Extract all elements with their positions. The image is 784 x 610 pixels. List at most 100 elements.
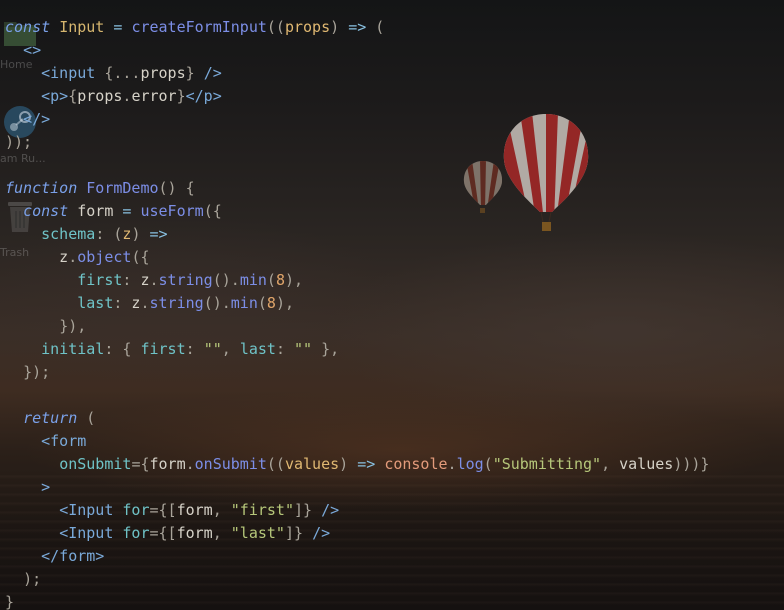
code-token: . — [149, 271, 159, 289]
code-line[interactable]: <Input for={[form, "last"]} /> — [5, 522, 709, 545]
code-line[interactable]: } — [5, 591, 709, 610]
code-token: => — [149, 225, 168, 243]
code-line[interactable]: </> — [5, 108, 709, 131]
code-token: last — [77, 294, 114, 312]
code-line[interactable]: last: z.string().min(8), — [5, 292, 709, 315]
code-token: > — [41, 478, 51, 496]
code-token: ({ — [203, 202, 222, 220]
code-line[interactable]: function FormDemo() { — [5, 177, 709, 200]
code-token: schema — [41, 225, 96, 243]
code-token: return — [23, 409, 78, 427]
code-token: string — [158, 271, 213, 289]
code-token: (( — [266, 455, 285, 473]
desktop: Home am Ru... Trash const Input = create… — [0, 0, 784, 610]
code-token: { — [185, 179, 195, 197]
code-line[interactable]: z.object({ — [5, 246, 709, 269]
code-token: => — [357, 455, 376, 473]
code-token: useForm — [140, 202, 204, 220]
code-line[interactable]: first: z.string().min(8), — [5, 269, 709, 292]
code-line[interactable]: onSubmit={form.onSubmit((values) => cons… — [5, 453, 709, 476]
code-line[interactable]: ); — [5, 568, 709, 591]
code-line[interactable]: }), — [5, 315, 709, 338]
code-token: ))} — [682, 455, 710, 473]
code-line[interactable] — [5, 384, 709, 407]
code-token: {... — [104, 64, 141, 82]
code-token: z — [5, 248, 69, 266]
code-line[interactable]: > — [5, 476, 709, 499]
code-token: values — [284, 455, 340, 473]
code-token: , — [221, 340, 231, 358]
code-line[interactable]: <Input for={[form, "first"]} /> — [5, 499, 709, 522]
code-token: initial — [41, 340, 105, 358]
code-token: , — [212, 501, 222, 519]
code-line[interactable]: <input {...props} /> — [5, 62, 709, 85]
code-token: ={ — [131, 455, 150, 473]
code-token: <form — [41, 432, 87, 450]
code-token: onSubmit — [194, 455, 267, 473]
code-token: <Input — [59, 524, 114, 542]
code-token: props — [77, 87, 123, 105]
code-line[interactable]: const form = useForm({ — [5, 200, 709, 223]
code-token: , — [212, 524, 222, 542]
code-line[interactable]: const Input = createFormInput((props) =>… — [5, 16, 709, 39]
code-token: const — [23, 202, 69, 220]
code-token: for — [122, 501, 150, 519]
code-line[interactable]: <p>{props.error}</p> — [5, 85, 709, 108]
code-token: "" — [294, 340, 313, 358]
code-token: <input — [41, 64, 96, 82]
code-token: form — [176, 524, 213, 542]
code-token: } — [185, 64, 195, 82]
code-token: }); — [23, 363, 51, 381]
code-token: ) — [330, 18, 340, 36]
code-token: "Submitting" — [492, 455, 602, 473]
code-text-area[interactable]: const Input = createFormInput((props) =>… — [5, 16, 709, 610]
code-token: ( — [257, 294, 267, 312]
code-token: 8 — [266, 294, 276, 312]
code-editor[interactable]: const Input = createFormInput((props) =>… — [0, 0, 784, 610]
code-token: . — [68, 248, 78, 266]
code-line[interactable]: return ( — [5, 407, 709, 430]
code-token: "" — [203, 340, 222, 358]
code-token: log — [456, 455, 484, 473]
code-line[interactable]: </form> — [5, 545, 709, 568]
code-token: object — [77, 248, 132, 266]
code-line[interactable]: schema: (z) => — [5, 223, 709, 246]
code-token: FormDemo — [86, 179, 159, 197]
code-token: (). — [212, 271, 240, 289]
code-token: error — [131, 87, 177, 105]
code-token: string — [149, 294, 204, 312]
code-token: min — [239, 271, 267, 289]
code-line[interactable]: <> — [5, 39, 709, 62]
code-line[interactable] — [5, 154, 709, 177]
code-line[interactable]: initial: { first: "", last: "" }, — [5, 338, 709, 361]
code-token: ( — [483, 455, 493, 473]
code-line[interactable]: <form — [5, 430, 709, 453]
code-token: : — [275, 340, 285, 358]
code-line[interactable]: )); — [5, 131, 709, 154]
code-token: </p> — [185, 87, 222, 105]
code-line[interactable]: }); — [5, 361, 709, 384]
code-token: last — [239, 340, 276, 358]
code-token: </form> — [41, 547, 105, 565]
code-token: ]} — [294, 501, 313, 519]
